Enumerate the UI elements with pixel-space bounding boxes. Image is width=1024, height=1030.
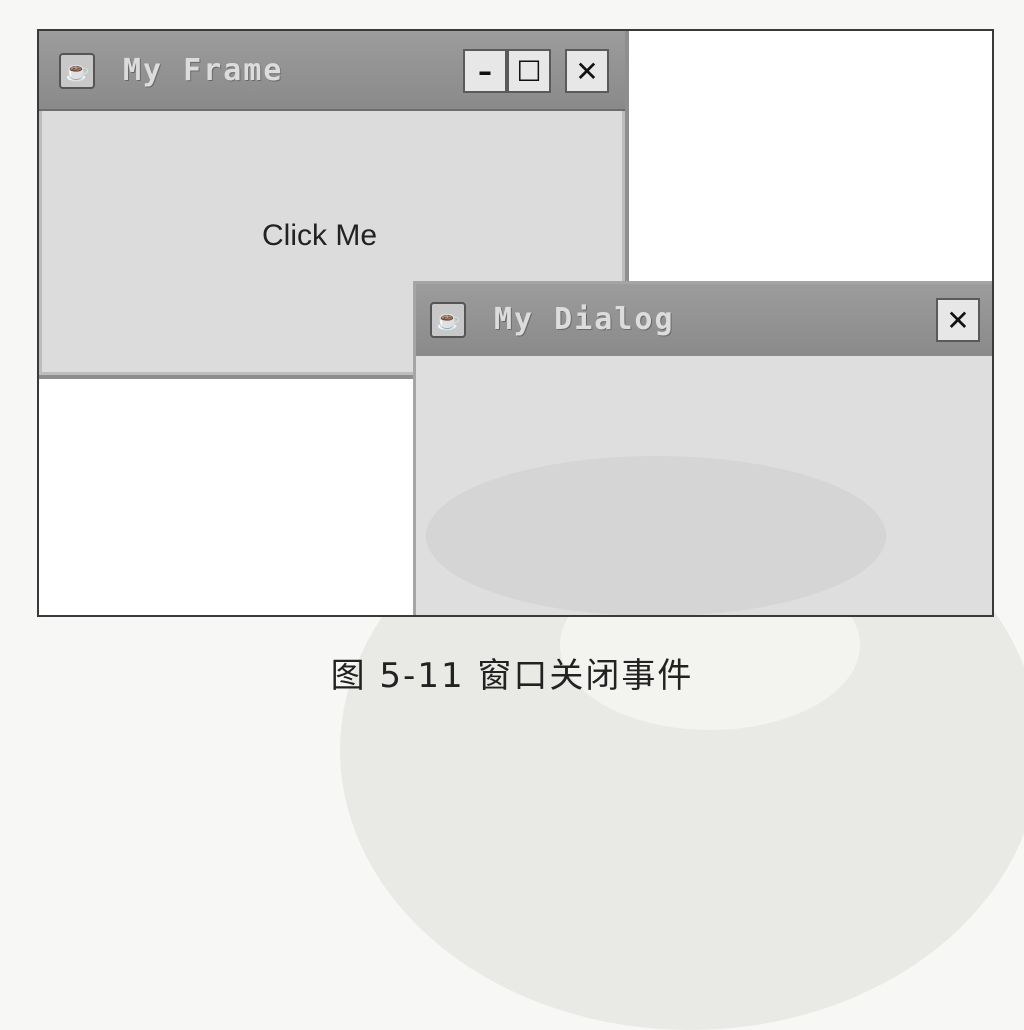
frame-title: My Frame (123, 53, 284, 88)
maximize-button[interactable]: ☐ (507, 49, 551, 93)
maximize-icon: ☐ (516, 54, 542, 88)
dialog-close-button[interactable]: ✕ (936, 298, 980, 342)
dialog-content (416, 356, 992, 615)
dialog-title: My Dialog (494, 302, 675, 337)
screenshot-area: ☕ My Frame – ☐ ✕ Click Me ☕ My Dialog ✕ (37, 29, 994, 617)
close-icon: ✕ (575, 54, 599, 88)
dialog-window: ☕ My Dialog ✕ (413, 281, 992, 615)
java-cup-icon: ☕ (430, 302, 466, 338)
minimize-icon: – (478, 54, 492, 88)
close-button[interactable]: ✕ (565, 49, 609, 93)
figure-caption: 图 5-11 窗口关闭事件 (330, 656, 694, 696)
dialog-titlebar[interactable]: ☕ My Dialog ✕ (416, 284, 992, 358)
java-cup-icon: ☕ (59, 53, 95, 89)
frame-titlebar[interactable]: ☕ My Frame – ☐ ✕ (39, 31, 625, 111)
minimize-button[interactable]: – (463, 49, 507, 93)
close-icon: ✕ (946, 303, 970, 337)
click-me-button[interactable]: Click Me (262, 219, 377, 253)
scan-artifact (426, 456, 886, 615)
